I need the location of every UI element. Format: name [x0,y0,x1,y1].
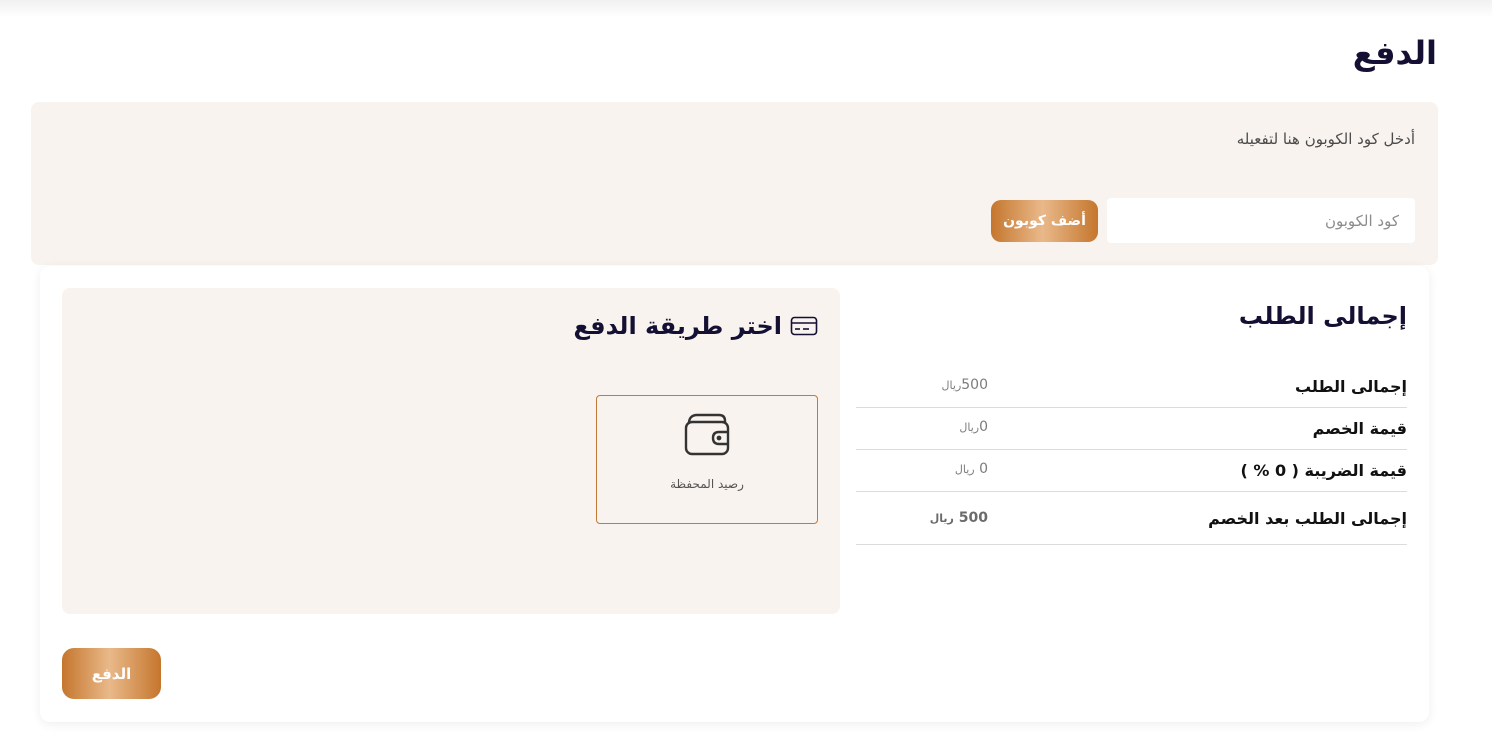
coupon-hint: أدخل كود الكوبون هنا لتفعيله [1236,130,1415,148]
checkout-card: إجمالى الطلب إجمالى الطلب 500ريال قيمة ا… [40,266,1429,722]
summary-total-value: 500 ريال [929,510,988,526]
credit-card-icon [790,316,818,336]
summary-row-label: إجمالى الطلب [1294,377,1407,396]
summary-row-subtotal: إجمالى الطلب 500ريال [856,366,1407,408]
summary-total-label: إجمالى الطلب بعد الخصم [1208,509,1407,528]
summary-row-label: قيمة الضريبة ( 0 % ) [1240,461,1407,480]
summary-row-total: إجمالى الطلب بعد الخصم 500 ريال [856,492,1407,545]
coupon-code-input[interactable] [1107,198,1415,243]
summary-row-value: 500ريال [941,377,988,393]
pay-button[interactable]: الدفع [62,648,161,699]
summary-row-value: 0 ريال [954,461,988,477]
payment-methods-title-text: اختر طريقة الدفع [573,312,782,340]
summary-row-label: قيمة الخصم [1312,419,1407,438]
payment-methods-title: اختر طريقة الدفع [573,312,818,340]
page-title: الدفع [1352,34,1437,72]
order-summary-table: إجمالى الطلب 500ريال قيمة الخصم 0ريال قي… [856,366,1407,545]
summary-row-value: 0ريال [959,419,988,435]
payment-methods-panel: اختر طريقة الدفع رصيد المحفظة [62,288,840,614]
wallet-icon [683,412,731,462]
wallet-balance-label: رصيد المحفظة [670,477,744,491]
coupon-panel: أدخل كود الكوبون هنا لتفعيله أضف كوبون [31,102,1438,265]
add-coupon-button[interactable]: أضف كوبون [991,200,1098,242]
top-bar-shadow [0,0,1492,18]
summary-row-discount: قيمة الخصم 0ريال [856,408,1407,450]
wallet-balance-option[interactable]: رصيد المحفظة [596,395,818,524]
order-summary-title: إجمالى الطلب [1238,302,1407,330]
summary-row-tax: قيمة الضريبة ( 0 % ) 0 ريال [856,450,1407,492]
